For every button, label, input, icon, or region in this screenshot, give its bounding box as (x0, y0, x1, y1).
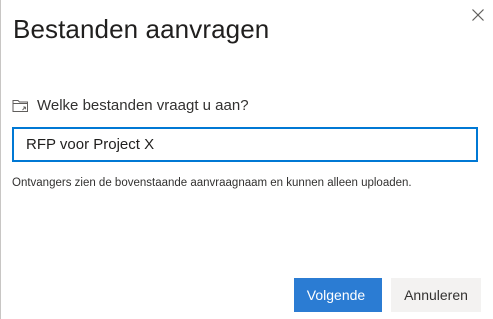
dialog-title: Bestanden aanvragen (13, 14, 270, 44)
close-button[interactable] (467, 4, 489, 26)
cancel-button[interactable]: Annuleren (391, 278, 481, 312)
request-files-dialog: Bestanden aanvragen Welke bestanden vraa… (0, 0, 492, 319)
close-icon (472, 9, 484, 21)
request-name-input[interactable] (12, 127, 478, 162)
next-button[interactable]: Volgende (294, 278, 382, 312)
question-label: Welke bestanden vraagt u aan? (37, 96, 249, 114)
question-row: Welke bestanden vraagt u aan? (12, 95, 249, 115)
hint-text: Ontvangers zien de bovenstaande aanvraag… (12, 177, 412, 189)
folder-request-icon (12, 99, 28, 112)
